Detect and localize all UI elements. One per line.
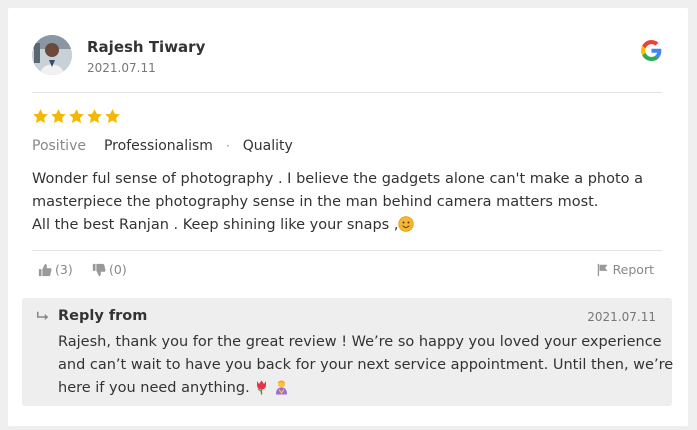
review-tags: Positive Professionalism · Quality — [32, 138, 293, 154]
tag-quality: Quality — [242, 138, 293, 154]
review-date: 2021.07.11 — [87, 61, 156, 75]
reply-line: here if you need anything. — [58, 380, 250, 396]
thumbs-down-icon — [92, 263, 106, 276]
reply-arrow-icon — [36, 311, 49, 321]
person-bowing-icon — [274, 379, 289, 403]
header-divider — [32, 92, 662, 93]
tag-separator: · — [225, 139, 230, 153]
reply-date: 2021.07.11 — [587, 310, 656, 324]
reply-line-with-emoji: here if you need anything. — [58, 377, 658, 403]
dislike-count: (0) — [109, 262, 127, 277]
tag-professionalism: Professionalism — [103, 138, 213, 154]
report-label: Report — [612, 262, 654, 277]
google-icon — [641, 40, 662, 61]
review-line: masterpiece the photography sense in the… — [32, 194, 599, 210]
actions-divider — [32, 250, 662, 251]
report-button[interactable]: Report — [596, 262, 654, 277]
like-button[interactable]: (3) — [38, 262, 73, 277]
reply-line: and can’t wait to have you back for your… — [58, 357, 674, 373]
review-line-with-emoji: All the best Ranjan . Keep shining like … — [32, 214, 642, 240]
star-icon — [105, 109, 120, 123]
reply-line: Rajesh, thank you for the great review !… — [58, 334, 662, 350]
review-text: Wonder ful sense of photography . I beli… — [32, 168, 644, 240]
dislike-button[interactable]: (0) — [92, 262, 127, 277]
owner-reply: Reply from 2021.07.11 Rajesh, thank you … — [22, 298, 674, 406]
star-icon — [33, 109, 48, 123]
review-actions: (3) (0) Report — [38, 262, 662, 282]
like-count: (3) — [55, 262, 73, 277]
review-line: Wonder ful sense of photography . I beli… — [32, 171, 644, 187]
thumbs-up-icon — [38, 263, 52, 276]
tulip-icon — [254, 379, 269, 403]
review-header: Rajesh Tiwary 2021.07.11 — [32, 35, 664, 85]
review-line: All the best Ranjan . Keep shining like … — [32, 217, 399, 233]
star-icon — [87, 109, 102, 123]
reply-title: Reply from — [58, 308, 148, 324]
reply-text: Rajesh, thank you for the great review !… — [58, 331, 674, 403]
reviewer-name: Rajesh Tiwary — [87, 38, 206, 56]
flag-icon — [597, 263, 607, 276]
avatar — [32, 35, 72, 75]
star-icon — [69, 109, 84, 123]
star-icon — [51, 109, 66, 123]
review-card: Rajesh Tiwary 2021.07.11 Positive Profes… — [8, 8, 688, 426]
sentiment-tag: Positive — [32, 138, 86, 154]
smiling-face-icon — [398, 216, 415, 240]
star-rating — [32, 108, 121, 125]
